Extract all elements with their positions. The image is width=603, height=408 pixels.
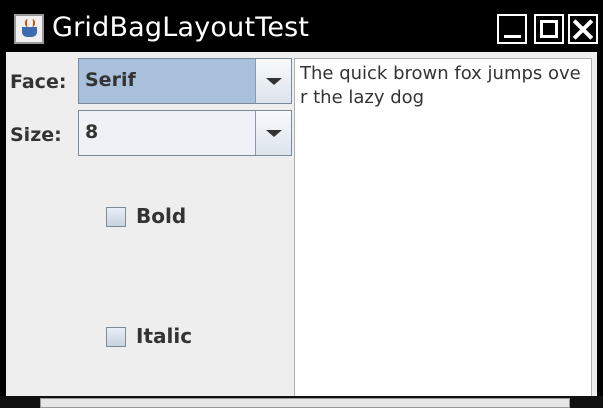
close-button[interactable] [568, 14, 598, 44]
chevron-down-icon [266, 130, 282, 137]
bold-checkbox-box[interactable] [106, 207, 126, 227]
size-label: Size: [10, 124, 62, 146]
java-app-icon[interactable] [14, 14, 44, 44]
bold-checkbox-label[interactable]: Bold [136, 204, 186, 228]
application-window: GridBagLayoutTest Face: Serif Size: 8 Bo… [0, 0, 603, 408]
face-label: Face: [10, 71, 67, 93]
minimize-icon [504, 35, 521, 38]
italic-checkbox-box[interactable] [106, 327, 126, 347]
title-bar[interactable]: GridBagLayoutTest [6, 4, 598, 52]
size-combo-box[interactable]: 8 [78, 110, 292, 156]
content-panel: Face: Serif Size: 8 Bold Italic The quic… [6, 52, 597, 408]
window-bottom-edge [0, 396, 603, 408]
window-title: GridBagLayoutTest [52, 12, 310, 43]
size-combo-value: 8 [85, 121, 99, 143]
italic-checkbox-label[interactable]: Italic [136, 324, 192, 348]
face-combo-arrow-button[interactable] [255, 59, 291, 103]
maximize-button[interactable] [534, 14, 564, 44]
horizontal-scrollbar[interactable] [40, 398, 570, 408]
size-combo-arrow-button[interactable] [255, 111, 291, 155]
face-combo-box[interactable]: Serif [78, 58, 292, 104]
chevron-down-icon [266, 78, 282, 85]
face-combo-value: Serif [85, 69, 136, 91]
close-icon [570, 16, 596, 42]
maximize-icon [540, 20, 558, 38]
sample-text-area[interactable]: The quick brown fox jumps over the lazy … [294, 58, 592, 398]
minimize-button[interactable] [497, 14, 527, 44]
